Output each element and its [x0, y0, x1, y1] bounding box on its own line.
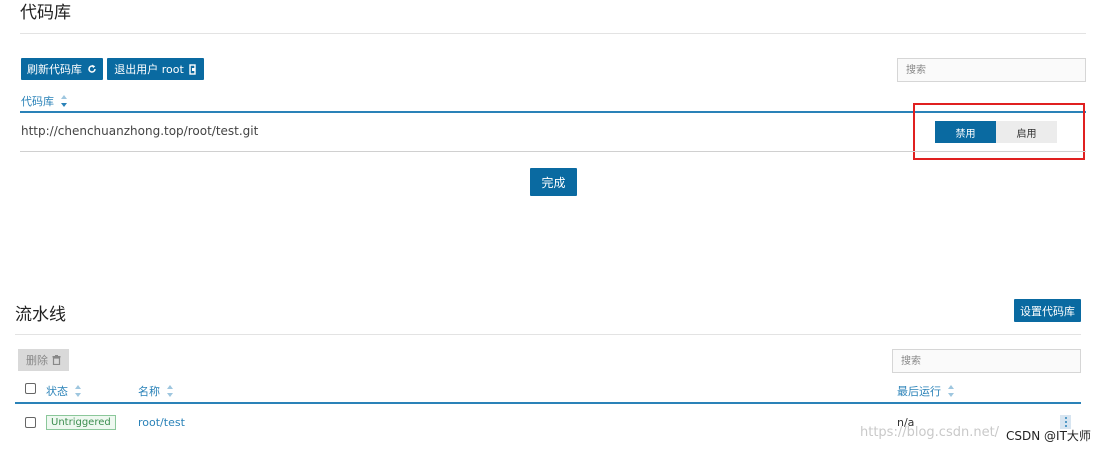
trash-icon: [52, 355, 61, 365]
status-column-header[interactable]: 状态: [46, 383, 82, 399]
row-checkbox[interactable]: [25, 417, 36, 428]
last-run-column-header[interactable]: 最后运行: [897, 383, 955, 399]
refresh-icon: [88, 64, 96, 73]
repos-title: 代码库: [20, 3, 71, 23]
pipelines-title-divider: [15, 334, 1081, 335]
repos-title-divider: [20, 33, 1086, 34]
logout-icon: [189, 63, 196, 75]
name-column-label: 名称: [138, 385, 160, 398]
pipeline-name-link[interactable]: root/test: [138, 416, 185, 429]
done-button[interactable]: 完成: [530, 168, 577, 196]
sort-icon: [166, 385, 174, 397]
repos-column-header[interactable]: 代码库: [21, 93, 68, 109]
sort-icon: [60, 95, 68, 107]
delete-button[interactable]: 删除: [18, 349, 69, 371]
repos-column-label: 代码库: [21, 95, 54, 108]
delete-label: 删除: [26, 354, 48, 367]
name-column-header[interactable]: 名称: [138, 383, 174, 399]
pipelines-title: 流水线: [15, 305, 66, 325]
logout-user-label: 退出用户 root: [114, 63, 184, 76]
disable-toggle-button[interactable]: 禁用: [935, 121, 996, 143]
repo-url: http://chenchuanzhong.top/root/test.git: [21, 124, 259, 138]
enable-toggle-button[interactable]: 启用: [996, 121, 1057, 143]
repos-row-divider: [20, 151, 1086, 152]
pipelines-table-header-line: [15, 402, 1081, 404]
sort-icon: [74, 385, 82, 397]
setup-repo-button[interactable]: 设置代码库: [1014, 299, 1081, 322]
refresh-repos-label: 刷新代码库: [27, 63, 82, 76]
status-badge: Untriggered: [46, 415, 116, 430]
last-run-column-label: 最后运行: [897, 385, 941, 398]
watermark-url: https://blog.csdn.net/: [860, 425, 1000, 440]
pipelines-search-input[interactable]: [892, 349, 1081, 373]
select-all-checkbox[interactable]: [25, 383, 36, 394]
status-column-label: 状态: [46, 385, 68, 398]
logout-user-button[interactable]: 退出用户 root: [107, 58, 204, 80]
sort-icon: [947, 385, 955, 397]
refresh-repos-button[interactable]: 刷新代码库: [21, 58, 103, 80]
watermark-credit: CSDN @IT大师: [1006, 429, 1091, 443]
repos-search-input[interactable]: [897, 58, 1086, 82]
